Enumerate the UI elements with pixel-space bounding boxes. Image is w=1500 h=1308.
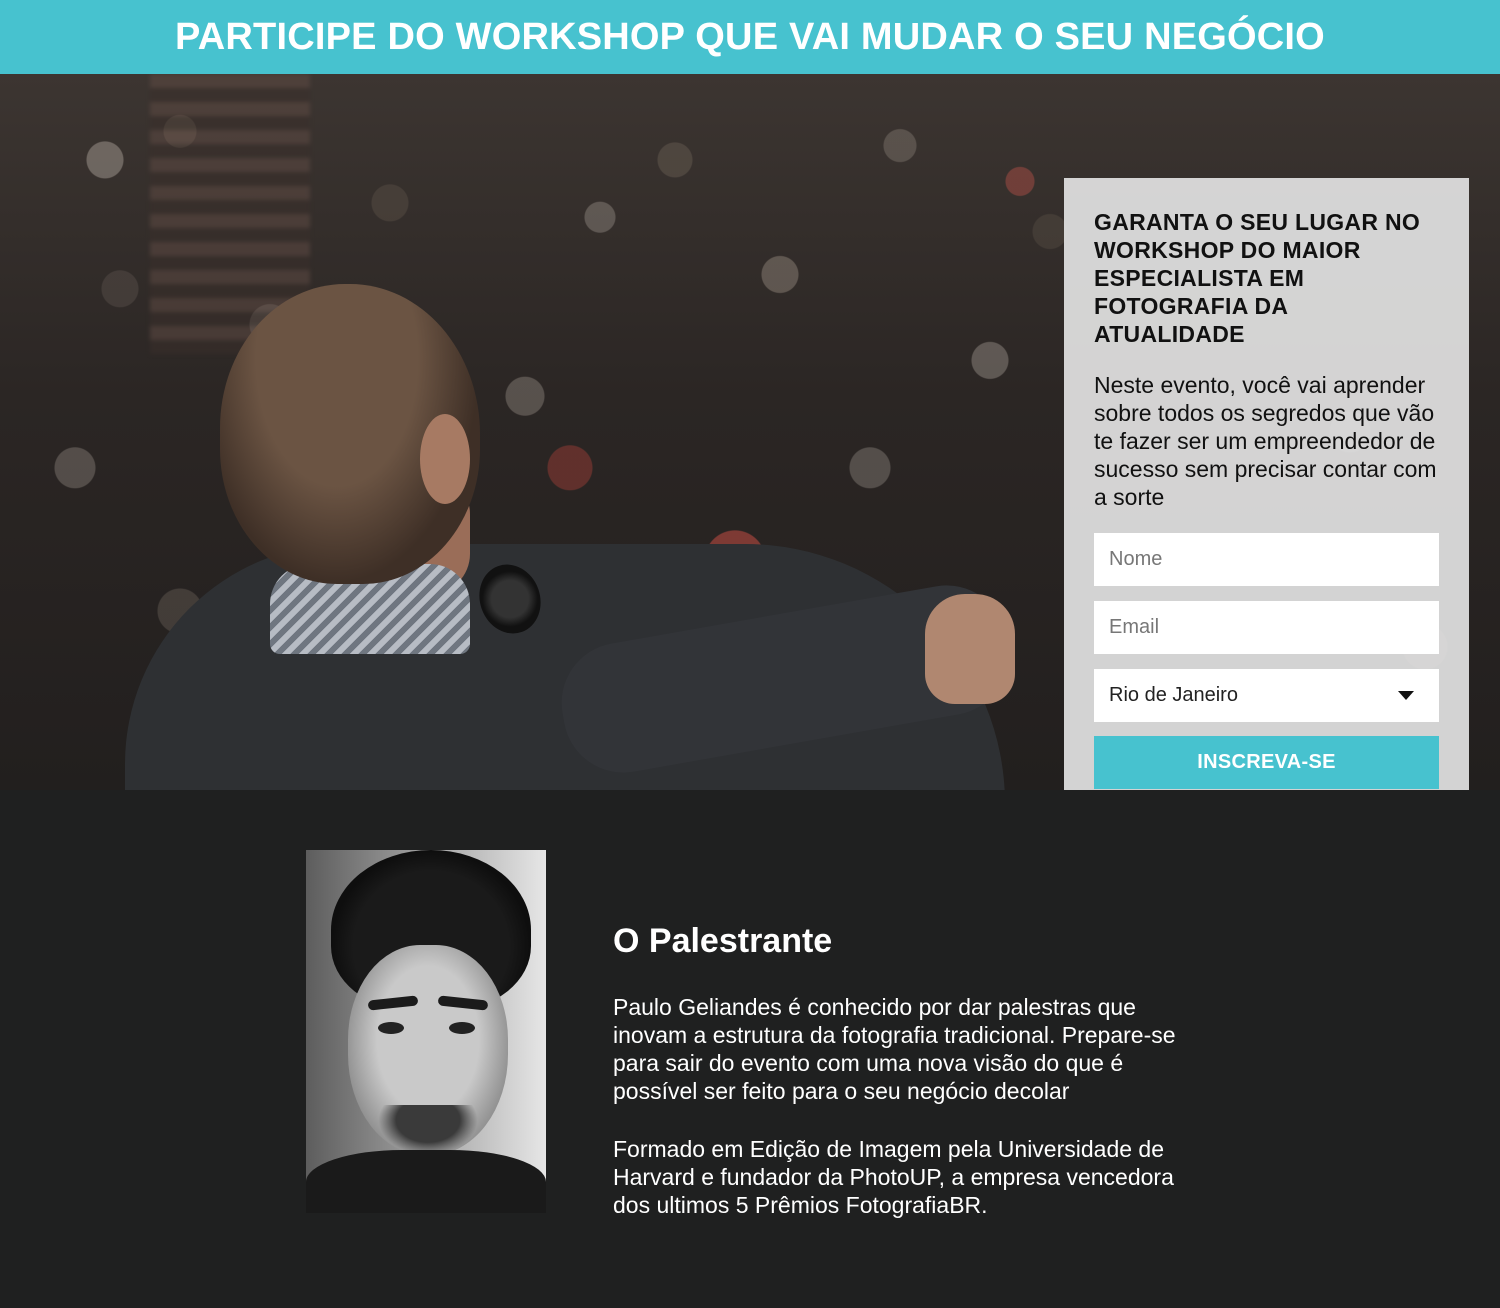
- speaker-section-title: O Palestrante: [613, 922, 833, 960]
- portrait-beard-shape: [378, 1105, 478, 1155]
- form-title: GARANTA O SEU LUGAR NO WORKSHOP DO MAIOR…: [1094, 209, 1421, 347]
- city-select-value: Rio de Janeiro: [1109, 684, 1238, 706]
- speaker-portrait: [306, 850, 546, 1213]
- email-input[interactable]: [1094, 601, 1439, 654]
- chevron-down-icon: [1398, 691, 1414, 700]
- speaker-section: O Palestrante Paulo Geliandes é conhecid…: [0, 790, 1500, 1308]
- portrait-shirt-shape: [306, 1150, 546, 1213]
- signup-form: GARANTA O SEU LUGAR NO WORKSHOP DO MAIOR…: [1064, 178, 1469, 790]
- page-title: PARTICIPE DO WORKSHOP QUE VAI MUDAR O SE…: [175, 16, 1325, 58]
- speaker-bio-paragraph: Formado em Edição de Imagem pela Univers…: [613, 1136, 1174, 1218]
- form-description: Neste evento, você vai aprender sobre to…: [1094, 372, 1437, 510]
- portrait-eye-shape: [378, 1022, 404, 1034]
- portrait-eye-shape: [449, 1022, 475, 1034]
- subscribe-button[interactable]: INSCREVA-SE: [1094, 736, 1439, 789]
- page-header: PARTICIPE DO WORKSHOP QUE VAI MUDAR O SE…: [0, 0, 1500, 74]
- speaker-bio-paragraph: Paulo Geliandes é conhecido por dar pale…: [613, 994, 1176, 1104]
- name-input[interactable]: [1094, 533, 1439, 586]
- hero-section: GARANTA O SEU LUGAR NO WORKSHOP DO MAIOR…: [0, 74, 1500, 790]
- speaker-hand-shape: [925, 594, 1015, 704]
- speaker-ear-shape: [420, 414, 470, 504]
- city-select[interactable]: Rio de Janeiro: [1094, 669, 1439, 722]
